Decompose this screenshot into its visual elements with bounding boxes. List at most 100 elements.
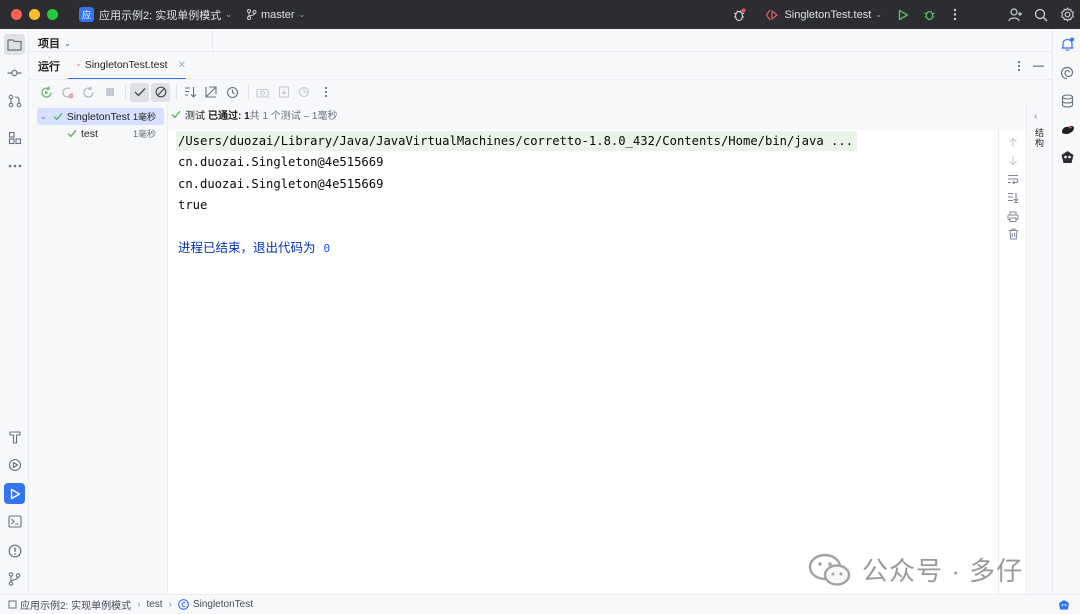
breadcrumb-separator-icon: › <box>137 599 141 610</box>
chevron-down-icon[interactable]: ⌄ <box>40 112 47 121</box>
module-icon <box>8 600 17 609</box>
process-exit-message: 进程已结束，退出代码为 0 <box>178 237 330 256</box>
exit-message-text: 进程已结束，退出代码为 <box>178 241 316 255</box>
passed-check-icon <box>171 110 181 119</box>
build-hammer-icon[interactable] <box>4 426 25 447</box>
left-tool-strip <box>0 29 29 594</box>
services-icon[interactable] <box>4 454 25 475</box>
console-output[interactable]: /Users/duozai/Library/Java/JavaVirtualMa… <box>168 130 998 594</box>
chevron-left-icon[interactable]: ‹ <box>1034 111 1037 122</box>
side-panel-label: 结构 <box>1035 128 1045 148</box>
zoom-window-button[interactable] <box>47 9 58 20</box>
run-icon[interactable] <box>890 0 916 29</box>
soft-wrap-icon[interactable] <box>1005 171 1021 187</box>
coverage-icon[interactable] <box>295 83 314 102</box>
chevron-down-icon: ⌄ <box>298 10 306 19</box>
structure-icon[interactable] <box>4 127 25 148</box>
test-history-icon[interactable] <box>223 83 242 102</box>
branch-selector[interactable]: master ⌄ <box>246 9 305 21</box>
commit-icon[interactable] <box>4 62 25 83</box>
minimize-window-button[interactable] <box>29 9 40 20</box>
notifications-bell-icon[interactable] <box>1057 34 1077 54</box>
test-results-tree: ⌄ SingletonTest 1毫秒 test 1毫秒 <box>29 104 168 594</box>
test-status-line: 测试 已通过: 1 共 1 个测试 – 1毫秒 <box>168 106 337 123</box>
project-folder-icon[interactable] <box>4 34 25 55</box>
sort-by-duration-icon[interactable] <box>202 83 221 102</box>
title-bar: 应 应用示例2: 实现单例模式 ⌄ master ⌄ SingletonTest… <box>0 0 1080 29</box>
toolbar-separator <box>248 85 249 99</box>
rerun-icon[interactable] <box>37 83 56 102</box>
ide-status-icon[interactable] <box>1058 599 1070 611</box>
show-passed-icon[interactable] <box>130 82 149 102</box>
passed-check-icon <box>53 112 63 121</box>
tree-node-label: test <box>81 127 98 140</box>
tree-node-singleton-test[interactable]: ⌄ SingletonTest 1毫秒 <box>37 108 164 125</box>
import-tests-icon[interactable] <box>274 83 293 102</box>
scroll-to-end-icon[interactable] <box>1005 189 1021 205</box>
sort-alphabetically-icon[interactable] <box>181 83 200 102</box>
run-tool-window-icon[interactable] <box>4 483 25 504</box>
show-ignored-icon[interactable] <box>151 82 170 102</box>
arrow-up-icon[interactable] <box>1005 134 1021 150</box>
add-user-icon[interactable] <box>1002 0 1028 29</box>
plugin-squirrel-icon[interactable] <box>1057 119 1077 139</box>
ai-assistant-icon[interactable] <box>1057 63 1077 83</box>
watermark: 公众号 · 多仔 <box>808 551 1023 588</box>
project-badge[interactable]: 应 <box>79 7 94 22</box>
project-name[interactable]: 应用示例2: 实现单例模式 <box>99 7 221 23</box>
console-command-line[interactable]: /Users/duozai/Library/Java/JavaVirtualMa… <box>176 131 858 151</box>
more-vertical-icon[interactable] <box>942 0 968 29</box>
breadcrumb-folder[interactable]: test <box>146 599 162 610</box>
breadcrumb-project[interactable]: 应用示例2: 实现单例模式 <box>20 597 131 612</box>
tree-node-time: 1毫秒 <box>132 129 156 139</box>
console-line: true <box>178 198 208 212</box>
tree-node-test[interactable]: test 1毫秒 <box>37 125 164 142</box>
run-configuration-selector[interactable]: SingletonTest.test ⌄ <box>766 9 882 21</box>
git-branch-icon[interactable] <box>4 568 25 589</box>
run-config-name: SingletonTest.test <box>784 8 872 21</box>
problems-icon[interactable] <box>4 540 25 561</box>
arrow-down-icon[interactable] <box>1005 152 1021 168</box>
print-icon[interactable] <box>1005 208 1021 224</box>
console-line: cn.duozai.Singleton@4e515669 <box>178 177 384 191</box>
project-panel-label: 项目 <box>38 38 60 50</box>
stop-icon[interactable] <box>100 83 119 102</box>
status-passed: 已通过: 1 <box>208 111 250 122</box>
breadcrumb-class[interactable]: SingletonTest <box>193 599 253 610</box>
more-tools-icon[interactable] <box>4 155 25 176</box>
more-vertical-icon[interactable] <box>316 83 335 102</box>
passed-check-icon <box>67 129 77 138</box>
debug-bug-icon[interactable] <box>726 0 752 29</box>
chevron-down-icon: ⌄ <box>875 10 882 19</box>
test-config-icon <box>766 9 779 20</box>
toggle-auto-test-icon[interactable] <box>79 83 98 102</box>
rerun-failed-icon[interactable] <box>58 83 77 102</box>
clear-trash-icon[interactable] <box>1005 226 1021 242</box>
debug-icon[interactable] <box>916 0 942 29</box>
status-detail: 共 1 个测试 – 1毫秒 <box>249 111 338 122</box>
search-icon[interactable] <box>1028 0 1054 29</box>
terminal-icon[interactable] <box>4 511 25 532</box>
right-tool-strip <box>1052 29 1080 594</box>
close-tab-icon[interactable]: ✕ <box>178 60 186 71</box>
tab-singleton-test[interactable]: SingletonTest.test ✕ <box>68 52 186 80</box>
wechat-logo-icon <box>808 553 851 586</box>
console-line: cn.duozai.Singleton@4e515669 <box>178 155 384 169</box>
collapsed-side-panel[interactable]: ‹ 结构 <box>1026 104 1052 594</box>
breadcrumb-separator-icon: › <box>168 599 172 610</box>
chevron-down-icon: ⌄ <box>64 38 71 48</box>
plugin-mascot-icon[interactable] <box>1057 147 1077 167</box>
test-config-icon <box>77 63 81 67</box>
close-window-button[interactable] <box>11 9 22 20</box>
run-tool-window-label: 运行 <box>38 60 60 73</box>
options-more-icon[interactable] <box>1017 60 1021 72</box>
pull-requests-icon[interactable] <box>4 90 25 111</box>
database-icon[interactable] <box>1057 91 1077 111</box>
minimize-panel-icon[interactable] <box>1033 65 1044 67</box>
toolbar-separator <box>176 85 177 99</box>
tab-label: SingletonTest.test <box>84 59 168 71</box>
screenshot-camera-icon[interactable] <box>253 83 272 102</box>
settings-gear-icon[interactable] <box>1054 0 1080 29</box>
chevron-down-icon: ⌄ <box>225 10 232 19</box>
run-tool-window-header: 运行 SingletonTest.test ✕ <box>29 51 1052 80</box>
